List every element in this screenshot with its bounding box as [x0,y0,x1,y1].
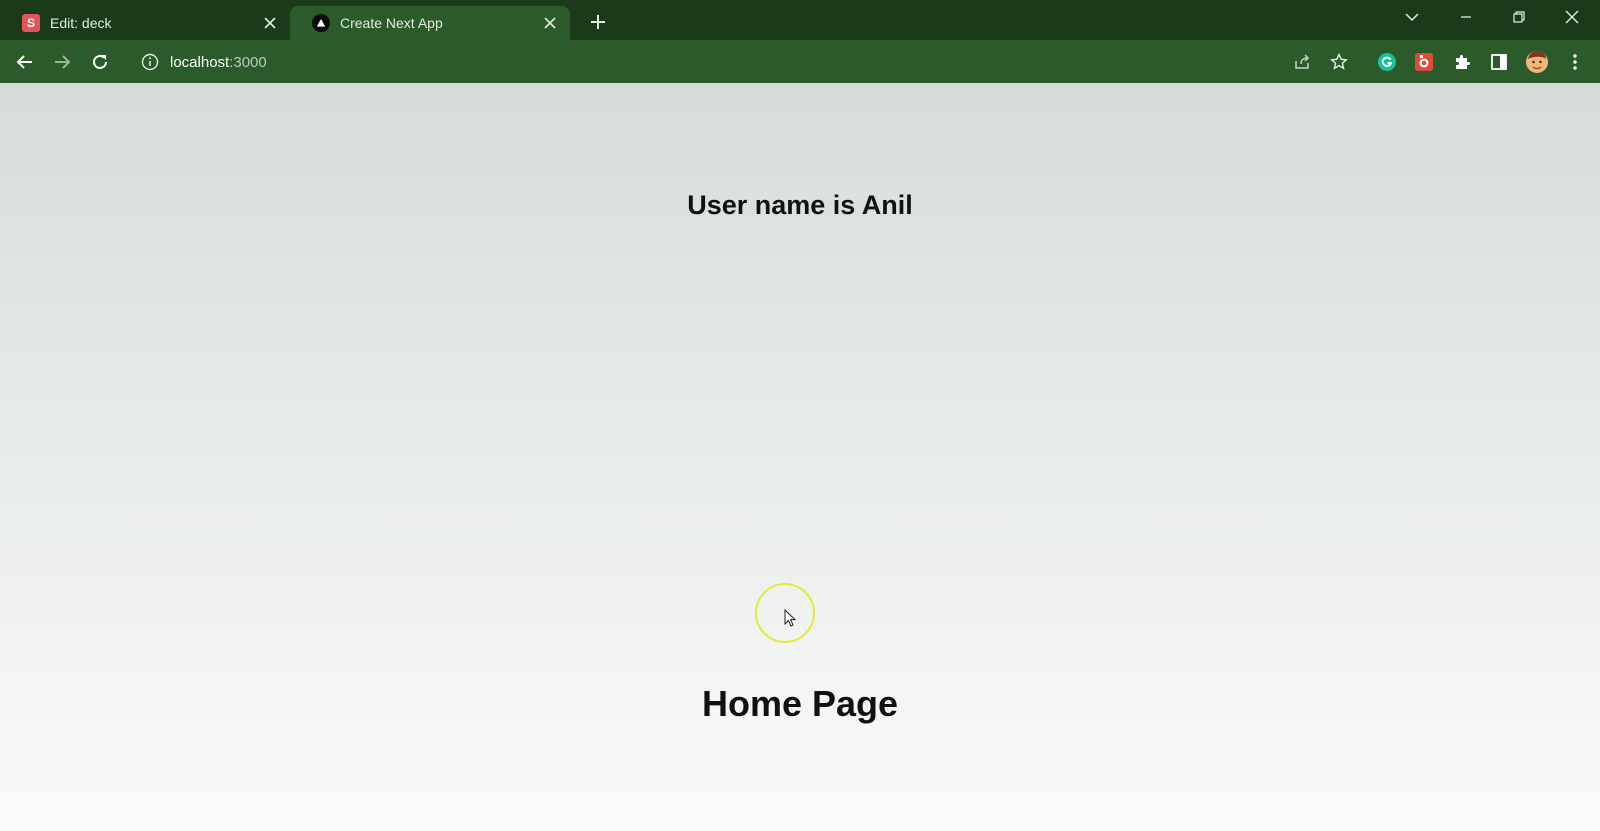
url-port: :3000 [229,53,267,71]
arrow-left-icon [16,55,32,69]
close-icon[interactable] [540,13,560,33]
reload-button[interactable] [84,46,116,78]
restore-button[interactable] [1495,0,1543,34]
chevron-down-icon [1405,13,1419,22]
tab-title: Create Next App [340,15,443,31]
more-vertical-icon [1573,54,1577,70]
side-panel-button[interactable] [1483,46,1515,78]
close-icon [1565,10,1579,24]
bookmark-button[interactable] [1323,46,1355,78]
grammarly-icon [1378,53,1396,71]
s-letter-icon: S [22,14,40,32]
tab-search-button[interactable] [1388,0,1436,34]
profile-button[interactable] [1521,46,1553,78]
extensions-menu-button[interactable] [1446,46,1478,78]
user-name-heading: User name is Anil [687,190,913,220]
mouse-pointer-icon [784,609,796,627]
reload-icon [93,54,107,69]
avatar [1526,51,1548,73]
puzzle-icon [1456,55,1470,69]
minimize-button[interactable] [1442,0,1490,34]
address-bar[interactable]: localhost:3000 [130,44,1360,80]
url-text: localhost:3000 [170,54,267,71]
star-icon [1330,53,1348,70]
new-tab-button[interactable] [584,8,612,36]
share-button[interactable] [1286,46,1318,78]
tab-create-next-app[interactable]: Create Next App [290,6,570,40]
back-button[interactable] [9,46,41,78]
arrow-right-icon [55,55,71,69]
url-host: localhost [170,53,230,71]
restore-icon [1513,11,1525,23]
home-page-heading: Home Page [701,683,899,724]
close-window-button[interactable] [1548,0,1596,34]
tab-edit-deck[interactable]: S Edit: deck [0,6,290,40]
info-icon[interactable] [134,46,166,78]
side-panel-icon [1491,54,1507,70]
extension-button[interactable] [1408,46,1440,78]
nextjs-triangle-icon [312,14,330,32]
share-icon [1295,54,1310,69]
close-icon[interactable] [260,13,280,33]
minimize-icon [1461,16,1471,18]
extension-app-icon [1415,53,1433,71]
forward-button[interactable] [46,46,78,78]
page-content: User name is Anil Home Page [0,83,1600,831]
tab-title: Edit: deck [50,15,112,31]
plus-icon [591,15,605,29]
grammarly-extension-button[interactable] [1371,46,1403,78]
browser-toolbar: localhost:3000 [0,40,1600,83]
tab-strip: S Edit: deck Create Next App [0,0,1600,40]
browser-menu-button[interactable] [1559,46,1591,78]
